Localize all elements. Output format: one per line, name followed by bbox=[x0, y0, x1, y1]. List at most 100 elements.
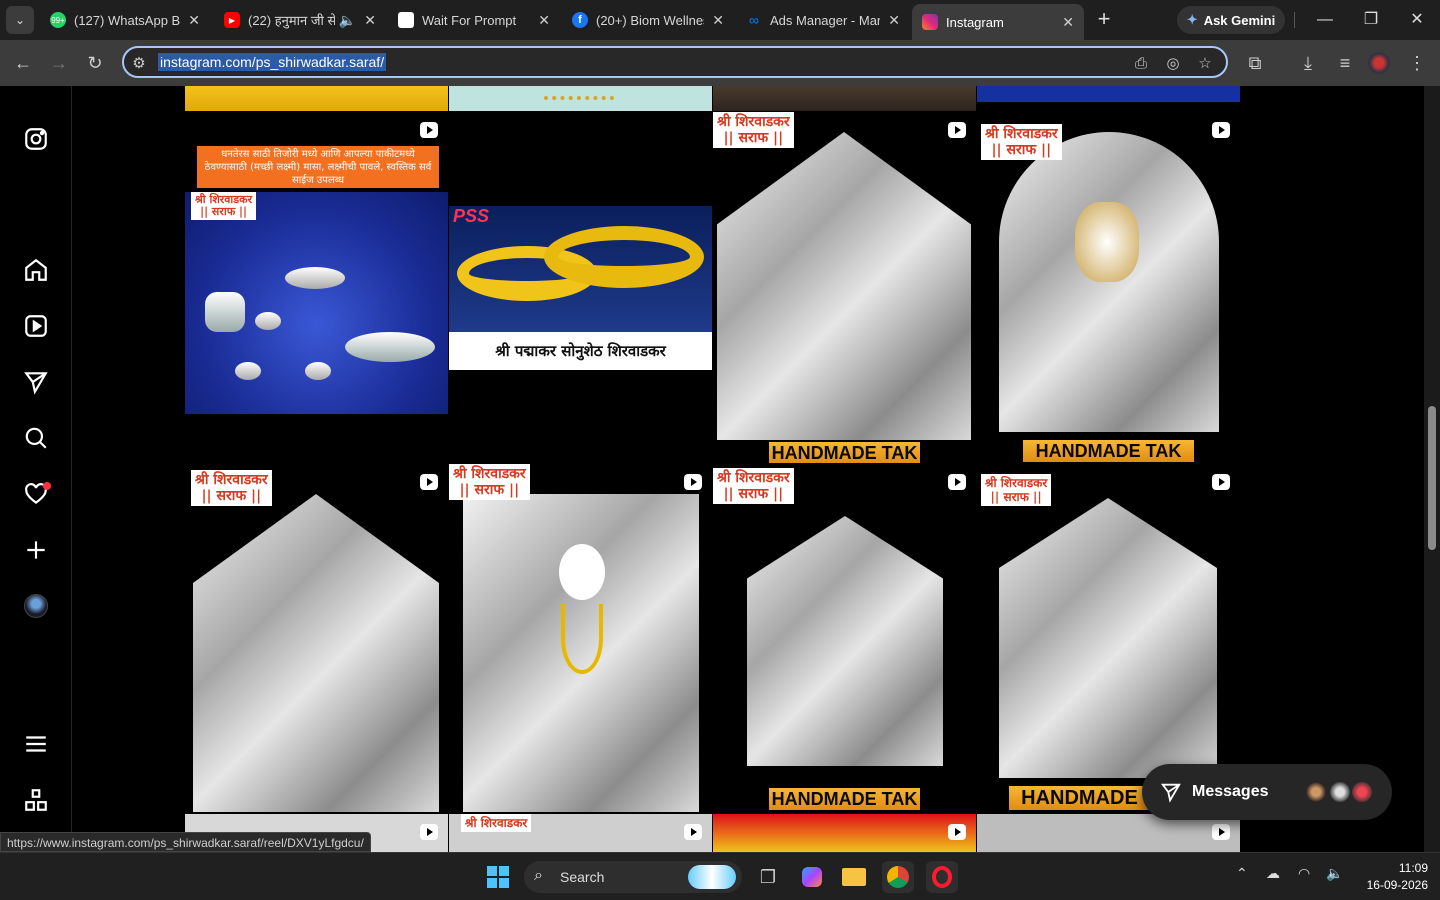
opera-icon[interactable] bbox=[926, 861, 958, 893]
create-plus-icon[interactable] bbox=[20, 534, 52, 566]
messages-button[interactable]: Messages bbox=[1142, 764, 1392, 820]
avatar bbox=[1350, 780, 1374, 804]
search-placeholder: Search bbox=[560, 869, 605, 885]
tray-chevron-icon[interactable]: ⌃ bbox=[1236, 865, 1248, 882]
post-caption: धनतेरस साठी तिजोरी मध्ये आणि आपल्या पाकी… bbox=[197, 146, 439, 188]
notification-dot bbox=[43, 482, 51, 490]
menu-hamburger-icon[interactable] bbox=[20, 728, 52, 760]
post-partial[interactable] bbox=[977, 86, 1240, 102]
new-tab-button[interactable]: + bbox=[1092, 8, 1116, 32]
home-icon[interactable] bbox=[20, 254, 52, 286]
cloud-off-icon[interactable]: ☁ bbox=[1266, 865, 1280, 882]
search-icon[interactable] bbox=[20, 422, 52, 454]
speaker-icon[interactable]: 🔈 bbox=[339, 12, 356, 29]
gemini-icon: ✦ bbox=[1186, 12, 1198, 27]
more-apps-icon[interactable] bbox=[20, 784, 52, 816]
windows-taskbar: ⌕ Search ❐ ⌃ ☁ ◠ 🔈 11:09 16-09-2026 bbox=[0, 852, 1440, 900]
reel-icon bbox=[1212, 122, 1230, 138]
tab-search-button[interactable]: ⌄ bbox=[6, 6, 34, 34]
instagram-logo-icon[interactable] bbox=[20, 123, 52, 155]
post-banner: श्री पद्माकर सोनुशेठ शिरवाडकर bbox=[449, 332, 712, 370]
tab-facebook[interactable]: f (20+) Biom Wellnes ✕ bbox=[562, 4, 734, 36]
forward-button[interactable]: → bbox=[46, 50, 72, 76]
brand-label: श्री शिरवाडकर || सराफ || bbox=[191, 470, 272, 506]
menu-kebab-icon[interactable]: ⋮ bbox=[1404, 50, 1430, 76]
pss-logo: PSS bbox=[453, 206, 490, 226]
browser-toolbar: ← → ↻ ⚙ instagram.com/ps_shirwadkar.sara… bbox=[0, 40, 1440, 86]
post-handmade-tak-1[interactable]: श्री शिरवाडकर || सराफ || HANDMADE TAK bbox=[713, 112, 976, 463]
close-icon[interactable]: ✕ bbox=[538, 12, 550, 29]
search-highlight-icon bbox=[688, 865, 736, 889]
tab-title: (22) हनुमान जी से bbox=[248, 13, 335, 28]
post-handmade-tak-2[interactable]: श्री शिरवाडकर || सराफ || HANDMADE TAK bbox=[977, 112, 1240, 463]
system-clock[interactable]: 11:09 16-09-2026 bbox=[1348, 860, 1428, 894]
extensions-icon[interactable]: ⧉ bbox=[1242, 50, 1268, 76]
close-icon[interactable]: ✕ bbox=[1062, 14, 1074, 31]
meta-icon: ∞ bbox=[749, 12, 759, 28]
page-scrollbar[interactable] bbox=[1424, 86, 1440, 852]
tab-instagram[interactable]: Instagram ✕ bbox=[912, 4, 1084, 40]
reel-icon bbox=[420, 824, 438, 840]
silver-plate-image bbox=[999, 132, 1219, 432]
profile-avatar[interactable] bbox=[1368, 52, 1390, 74]
tab-ads-manager[interactable]: ∞ Ads Manager - Mar ✕ bbox=[736, 4, 910, 36]
back-button[interactable]: ← bbox=[10, 50, 36, 76]
media-control-icon[interactable]: ≡ bbox=[1332, 50, 1358, 76]
scrollbar-thumb[interactable] bbox=[1428, 406, 1436, 550]
close-icon[interactable]: ✕ bbox=[888, 12, 900, 29]
close-icon[interactable]: ✕ bbox=[712, 12, 724, 29]
file-explorer-icon[interactable] bbox=[838, 861, 870, 893]
close-icon[interactable]: ✕ bbox=[364, 12, 376, 29]
minimize-button[interactable]: — bbox=[1302, 8, 1348, 32]
post-fish-silver[interactable]: धनतेरस साठी तिजोरी मध्ये आणि आपल्या पाकी… bbox=[185, 112, 448, 463]
post-goddess-plate[interactable]: श्री शिरवाडकर || सराफ || bbox=[449, 464, 712, 812]
post-durga-plate[interactable]: श्री शिरवाडकर || सराफ || bbox=[185, 464, 448, 812]
site-info-icon[interactable]: ⚙ bbox=[128, 53, 150, 75]
volume-icon[interactable]: 🔈 bbox=[1326, 865, 1343, 882]
reel-icon bbox=[420, 122, 438, 138]
tab-title: (20+) Biom Wellnes bbox=[596, 12, 705, 28]
gemini-label: Ask Gemini bbox=[1203, 12, 1276, 28]
tab-wait-for-prompt[interactable]: Wait For Prompt ✕ bbox=[388, 4, 560, 36]
post-partial[interactable]: श्री शिरवाडकर bbox=[449, 814, 712, 852]
profile-avatar[interactable] bbox=[24, 594, 48, 618]
tracking-off-icon[interactable]: ◎ bbox=[1162, 53, 1184, 75]
post-partial[interactable] bbox=[185, 86, 448, 111]
download-icon[interactable]: ⤓ bbox=[1295, 50, 1321, 76]
messages-label: Messages bbox=[1192, 783, 1269, 800]
post-partial[interactable] bbox=[713, 814, 976, 852]
reels-icon[interactable] bbox=[20, 310, 52, 342]
reel-icon bbox=[684, 824, 702, 840]
taskbar-search-input[interactable]: ⌕ Search bbox=[524, 861, 742, 893]
direct-send-icon[interactable] bbox=[20, 366, 52, 398]
close-icon[interactable]: ✕ bbox=[188, 12, 200, 29]
address-bar[interactable]: ⚙ instagram.com/ps_shirwadkar.saraf/ ⎙ ◎… bbox=[122, 46, 1228, 78]
copilot-icon[interactable] bbox=[796, 861, 828, 893]
task-view-icon[interactable]: ❐ bbox=[752, 861, 784, 893]
post-gold-bangles[interactable]: PSS श्री पद्माकर सोनुशेठ शिरवाडकर bbox=[449, 112, 712, 463]
tab-youtube[interactable]: ▶ (22) हनुमान जी से 🔈 ✕ bbox=[214, 4, 386, 36]
post-partial[interactable] bbox=[713, 86, 976, 111]
tab-title: Ads Manager - Mar bbox=[770, 12, 881, 28]
tab-title: (127) WhatsApp Bu bbox=[74, 12, 181, 28]
silver-plate-image bbox=[747, 516, 943, 766]
post-handmade-tak-4[interactable]: श्री शिरवाडकर || सराफ || HANDMADE bbox=[977, 464, 1240, 812]
chrome-icon[interactable] bbox=[882, 861, 914, 893]
post-partial[interactable] bbox=[449, 86, 712, 111]
silver-plate-image bbox=[999, 498, 1217, 778]
wifi-icon[interactable]: ◠ bbox=[1298, 865, 1310, 882]
tab-whatsapp[interactable]: 99+ (127) WhatsApp Bu ✕ bbox=[40, 4, 210, 36]
handmade-label: HANDMADE TAK bbox=[769, 442, 920, 463]
close-window-button[interactable]: ✕ bbox=[1394, 8, 1440, 32]
facebook-icon: f bbox=[572, 12, 588, 28]
ask-gemini-button[interactable]: ✦ Ask Gemini bbox=[1177, 6, 1285, 34]
post-handmade-tak-3[interactable]: श्री शिरवाडकर || सराफ || HANDMADE TAK bbox=[713, 464, 976, 812]
restore-button[interactable]: ❐ bbox=[1348, 8, 1394, 32]
reel-icon bbox=[684, 474, 702, 490]
reload-button[interactable]: ↻ bbox=[82, 50, 108, 76]
tab-strip: ⌄ 99+ (127) WhatsApp Bu ✕ ▶ (22) हनुमान … bbox=[0, 0, 1440, 40]
url-text[interactable]: instagram.com/ps_shirwadkar.saraf/ bbox=[158, 53, 387, 71]
bookmark-star-icon[interactable]: ☆ bbox=[1194, 53, 1216, 75]
install-app-icon[interactable]: ⎙ bbox=[1130, 53, 1152, 75]
windows-start-icon[interactable] bbox=[482, 861, 514, 893]
